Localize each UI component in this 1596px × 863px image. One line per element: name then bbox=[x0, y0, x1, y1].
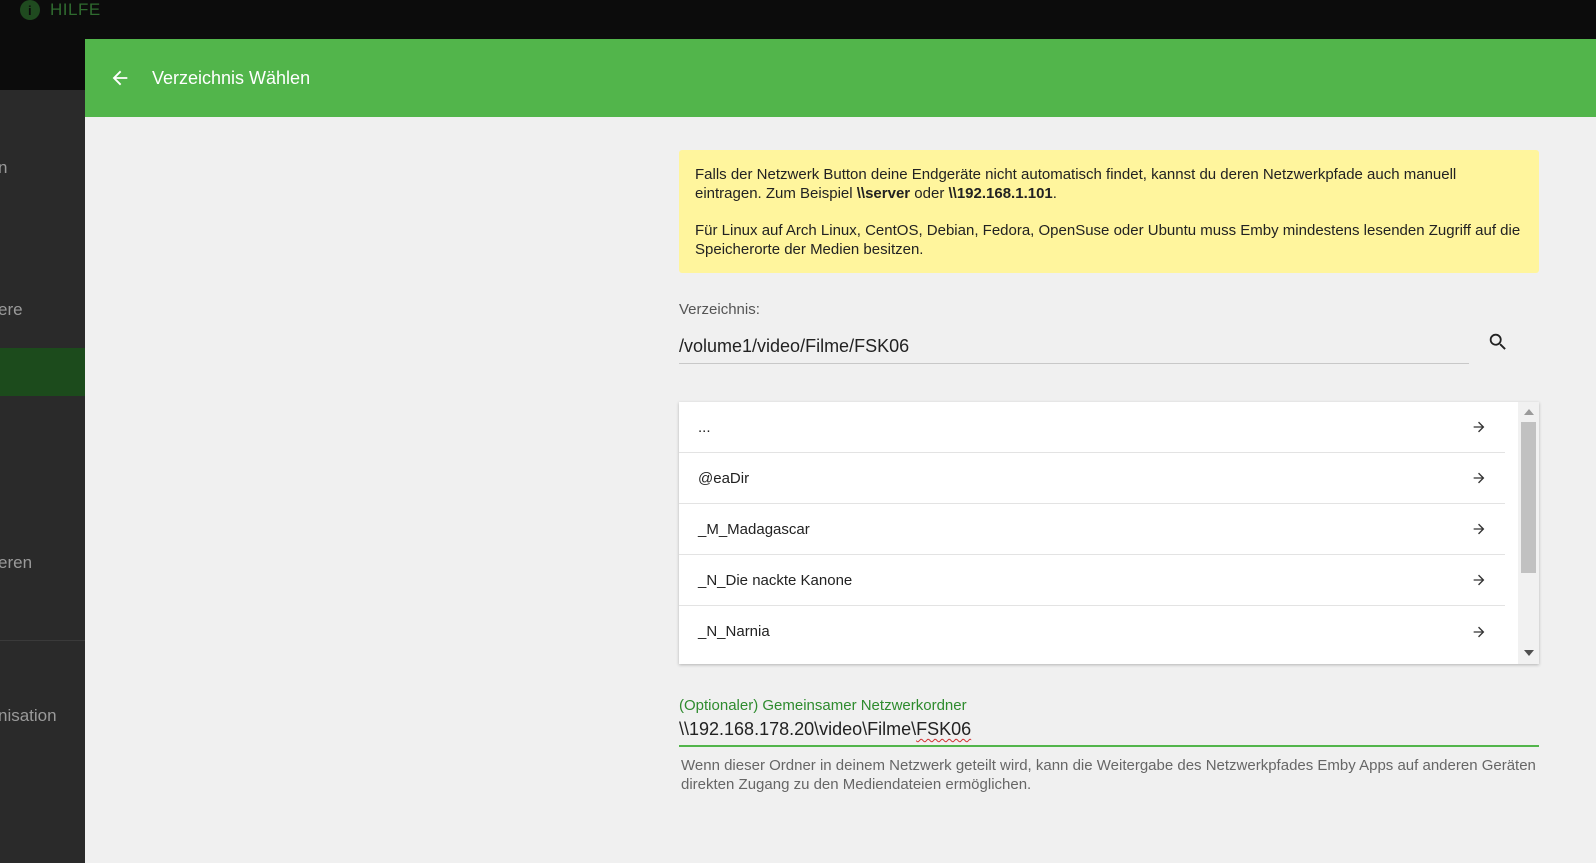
network-share-input[interactable]: \\192.168.178.20\video\Filme\FSK06 bbox=[679, 719, 1539, 747]
arrow-right-icon bbox=[1471, 572, 1487, 588]
info-icon: i bbox=[20, 0, 40, 20]
folder-name: @eaDir bbox=[698, 469, 750, 487]
network-share-help: Wenn dieser Ordner in deinem Netzwerk ge… bbox=[681, 757, 1536, 793]
app-sidebar: n ere eren nisation bbox=[0, 90, 85, 863]
dialog-title: Verzeichnis Wählen bbox=[152, 67, 311, 88]
info-paragraph-network: Falls der Netzwerk Button deine Endgerät… bbox=[695, 165, 1523, 203]
network-share-value-spellcheck: FSK06 bbox=[916, 719, 972, 739]
back-button[interactable] bbox=[100, 58, 140, 98]
arrow-right-icon bbox=[1471, 521, 1487, 537]
info-example-server: \\server bbox=[856, 185, 911, 202]
info-text: Falls der Netzwerk Button deine Endgerät… bbox=[695, 166, 1457, 202]
search-icon bbox=[1489, 333, 1506, 350]
arrow-right-icon bbox=[1471, 470, 1487, 486]
help-link: i HILFE bbox=[20, 0, 101, 20]
folder-name: _M_Madagascar bbox=[698, 520, 810, 538]
scroll-up-icon[interactable] bbox=[1524, 409, 1534, 415]
directory-row bbox=[679, 322, 1539, 364]
info-text-or: oder bbox=[910, 185, 949, 202]
sidebar-active-item bbox=[0, 348, 85, 396]
directory-input[interactable] bbox=[679, 333, 1469, 364]
scroll-thumb[interactable] bbox=[1521, 422, 1536, 573]
info-box: Falls der Netzwerk Button deine Endgerät… bbox=[679, 150, 1539, 273]
network-share-value-prefix: \\192.168.178.20\video\Filme\ bbox=[679, 719, 917, 739]
directory-label: Verzeichnis: bbox=[679, 301, 760, 318]
info-example-ip: \\192.168.1.101 bbox=[948, 185, 1053, 202]
scroll-down-icon[interactable] bbox=[1524, 650, 1534, 656]
folder-list-scrollbar[interactable] bbox=[1518, 402, 1539, 664]
network-share-value[interactable]: \\192.168.178.20\video\Filme\FSK06 bbox=[679, 719, 971, 739]
search-button[interactable] bbox=[1478, 322, 1518, 362]
sidebar-item: eren bbox=[0, 553, 33, 572]
arrow-right-icon bbox=[1471, 624, 1487, 640]
info-paragraph-linux: Für Linux auf Arch Linux, CentOS, Debian… bbox=[695, 222, 1521, 258]
list-item[interactable]: @eaDir bbox=[679, 453, 1505, 504]
dialog-header: Verzeichnis Wählen bbox=[85, 39, 1596, 117]
folder-name: ... bbox=[698, 418, 711, 436]
info-text-end: . bbox=[1052, 185, 1057, 202]
sidebar-item: n bbox=[0, 158, 8, 177]
sidebar-divider bbox=[0, 640, 85, 641]
list-item[interactable]: _N_Die nackte Kanone bbox=[679, 555, 1505, 606]
dialog-content: Falls der Netzwerk Button deine Endgerät… bbox=[679, 150, 1539, 794]
sidebar-item: ere bbox=[0, 300, 23, 319]
folder-name: _N_Narnia bbox=[698, 623, 770, 640]
sidebar-item: nisation bbox=[0, 706, 57, 725]
list-item[interactable]: _M_Madagascar bbox=[679, 504, 1505, 555]
arrow-right-icon bbox=[1471, 419, 1487, 435]
folder-list: ... @eaDir _M_Madagascar _N_Die nackte K… bbox=[679, 402, 1539, 664]
list-item[interactable]: ... bbox=[679, 402, 1505, 453]
help-label: HILFE bbox=[50, 0, 101, 19]
list-item[interactable]: _N_Narnia bbox=[679, 606, 1505, 657]
directory-picker-dialog: Verzeichnis Wählen Falls der Netzwerk Bu… bbox=[85, 39, 1596, 863]
network-share-label: (Optionaler) Gemeinsamer Netzwerkordner bbox=[679, 697, 967, 714]
arrow-left-icon bbox=[112, 70, 128, 86]
folder-name: _N_Die nackte Kanone bbox=[698, 571, 853, 589]
